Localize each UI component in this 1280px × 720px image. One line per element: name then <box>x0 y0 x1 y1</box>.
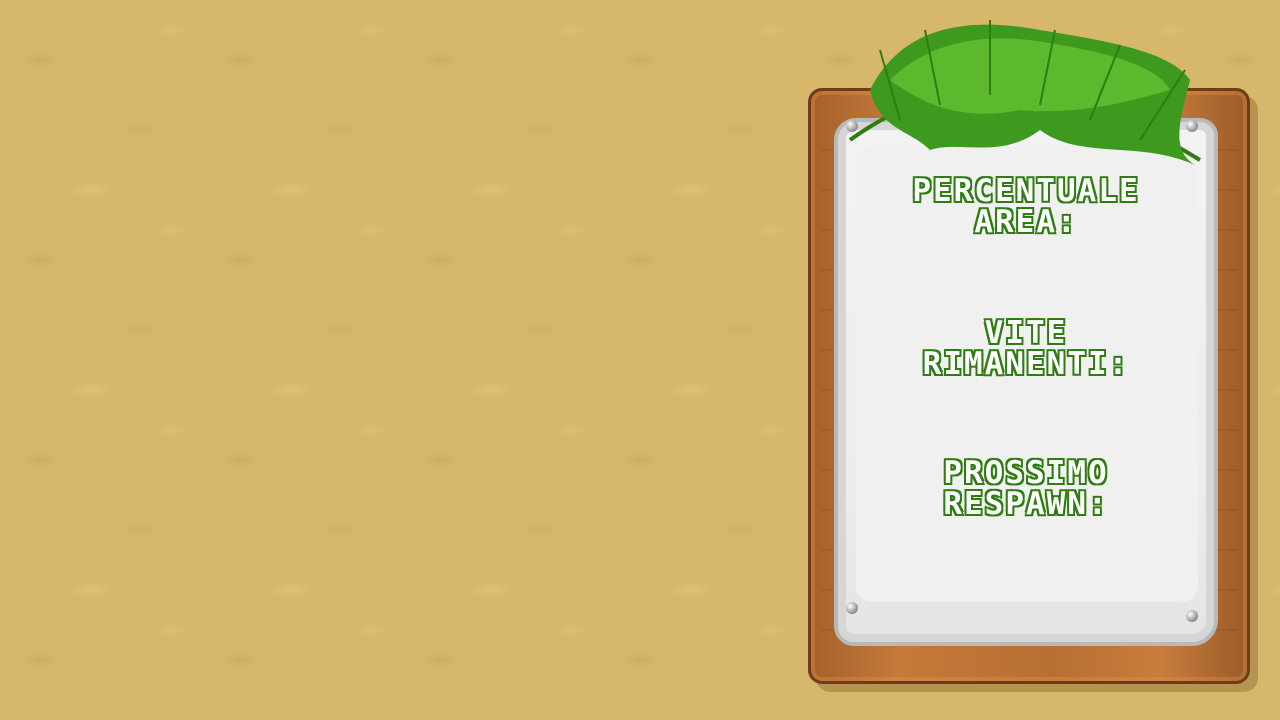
pin-icon <box>846 602 858 614</box>
game-field[interactable] <box>0 0 800 720</box>
palm-leaf-icon <box>848 20 1202 165</box>
next-respawn-label: PROSSIMO RESPAWN: <box>942 455 1109 522</box>
area-percentage-label: PERCENTUALE AREA: <box>911 173 1140 240</box>
lives-remaining-label: VITE RIMANENTI: <box>921 315 1130 382</box>
pin-icon <box>1186 610 1198 622</box>
